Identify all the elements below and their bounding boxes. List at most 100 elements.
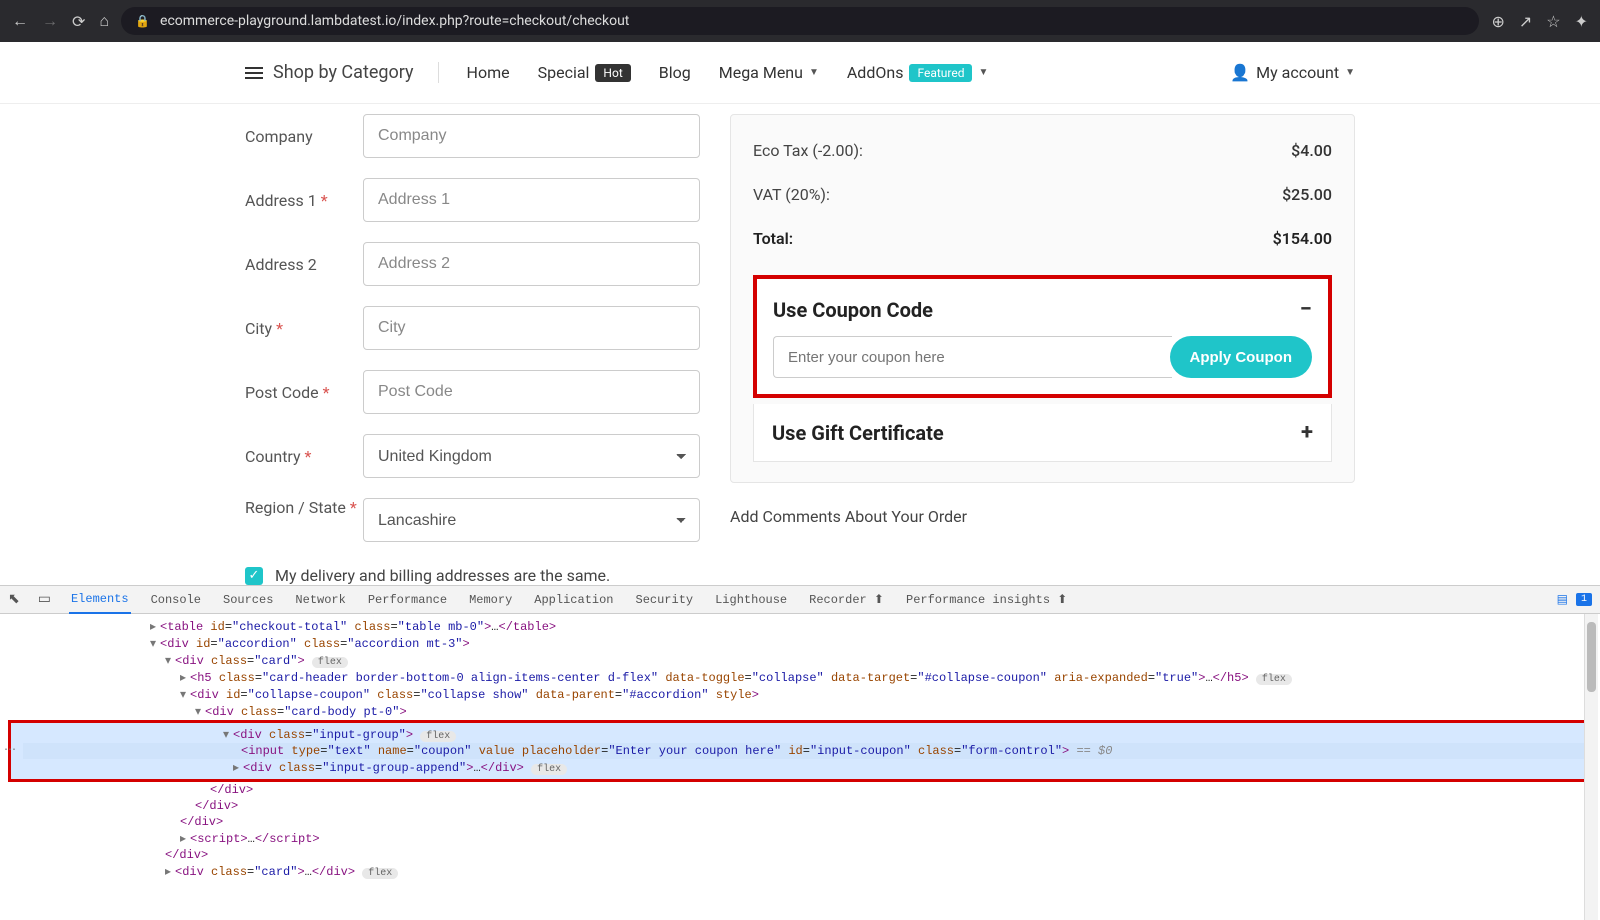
minus-icon: − [1300,297,1312,322]
tab-sources[interactable]: Sources [221,587,275,613]
devtools-panel: ⬉ ▭ Elements Console Sources Network Per… [0,585,1600,920]
home-icon[interactable]: ⌂ [99,11,109,31]
nav-addons-label: AddOns [847,63,904,82]
address1-field[interactable] [363,178,700,222]
dom-line[interactable]: ▾<div id="accordion" class="accordion mt… [0,635,1600,652]
nav-special-label: Special [538,63,590,82]
messages-icon[interactable]: ▤ [1557,592,1568,607]
tab-perf-insights[interactable]: Performance insights ⬆ [904,586,1069,613]
region-select[interactable]: Lancashire [363,498,700,542]
company-label: Company [245,127,363,146]
dom-line[interactable]: ▸<h5 class="card-header border-bottom-0 … [0,669,1600,686]
reload-icon[interactable]: ⟳ [72,12,85,31]
postcode-label: Post Code * [245,383,363,402]
gift-card: Use Gift Certificate + [753,404,1332,462]
company-field[interactable] [363,114,700,158]
device-icon[interactable]: ▭ [38,591,51,608]
scrollbar[interactable] [1584,614,1598,920]
hamburger-icon [245,67,263,79]
tab-application[interactable]: Application [532,587,615,613]
url-text: ecommerce-playground.lambdatest.io/index… [160,13,629,29]
dom-line[interactable]: ▸<div class="card">…</div> flex [0,863,1600,880]
nav-my-account[interactable]: 👤 My account ▼ [1230,63,1355,82]
billing-form: Company Address 1 * Address 2 City * Pos… [245,104,700,585]
coupon-card: Use Coupon Code − Apply Coupon [753,275,1332,398]
lock-icon: 🔒 [135,14,150,28]
country-select[interactable]: United Kingdom [363,434,700,478]
nav-account-label: My account [1256,63,1339,82]
nav-home-label: Home [467,63,510,82]
elements-tree[interactable]: ⋯ ▸<table id="checkout-total" class="tab… [0,614,1600,920]
same-address-label: My delivery and billing addresses are th… [275,566,610,585]
gift-toggle[interactable]: Use Gift Certificate + [772,414,1313,451]
dom-line[interactable]: </div> [0,847,1600,863]
hot-badge: Hot [595,64,630,82]
checkbox-checked-icon[interactable]: ✓ [245,567,263,585]
shop-by-category-label: Shop by Category [273,62,414,83]
dom-line[interactable]: ▾<div id="collapse-coupon" class="collap… [0,686,1600,703]
dom-line[interactable]: ▾<div class="card-body pt-0"> [0,703,1600,720]
tab-performance[interactable]: Performance [366,587,449,613]
nav-addons[interactable]: AddOns Featured ▼ [847,63,989,82]
eco-tax-label: Eco Tax (-2.00): [753,141,863,160]
forward-icon[interactable]: → [42,11,58,31]
city-label: City * [245,319,363,338]
address2-field[interactable] [363,242,700,286]
tab-network[interactable]: Network [293,587,347,613]
tab-lighthouse[interactable]: Lighthouse [713,587,789,613]
ellipsis-icon[interactable]: ⋯ [4,742,16,757]
tab-security[interactable]: Security [634,587,696,613]
address1-label: Address 1 * [245,191,363,210]
dom-line[interactable]: ▸<table id="checkout-total" class="table… [0,618,1600,635]
coupon-toggle[interactable]: Use Coupon Code − [773,289,1312,330]
selected-dom-line[interactable]: ▾<div class="input-group"> flex <input t… [8,720,1592,782]
share-icon[interactable]: ↗ [1519,12,1532,31]
nav-mega-label: Mega Menu [719,63,803,82]
apply-coupon-button[interactable]: Apply Coupon [1170,336,1312,378]
tab-recorder[interactable]: Recorder ⬆ [807,586,886,613]
same-address-row[interactable]: ✓ My delivery and billing addresses are … [245,566,700,585]
eco-tax-value: $4.00 [1291,141,1332,160]
dom-line[interactable]: ▾<div class="card"> flex [0,652,1600,669]
nav-blog-label: Blog [659,63,691,82]
nav-home[interactable]: Home [467,63,510,82]
dom-line[interactable]: </div> [0,798,1600,814]
dom-line[interactable]: ▸<script>…</script> [0,830,1600,847]
address2-label: Address 2 [245,255,363,274]
inspect-icon[interactable]: ⬉ [8,591,20,608]
chevron-down-icon: ▼ [809,67,819,78]
nav-blog[interactable]: Blog [659,63,691,82]
chevron-down-icon: ▼ [978,67,988,78]
coupon-input[interactable] [773,336,1172,378]
coupon-title: Use Coupon Code [773,298,933,322]
top-nav: Shop by Category Home Special Hot Blog M… [0,42,1600,104]
dom-line[interactable]: </div> [0,782,1600,798]
comments-label: Add Comments About Your Order [730,507,1355,526]
star-icon[interactable]: ☆ [1546,12,1560,31]
dom-line[interactable]: </div> [0,814,1600,830]
nav-special[interactable]: Special Hot [538,63,631,82]
nav-mega-menu[interactable]: Mega Menu ▼ [719,63,819,82]
country-label: Country * [245,447,363,466]
vat-value: $25.00 [1282,185,1332,204]
gift-title: Use Gift Certificate [772,421,944,445]
zoom-icon[interactable]: ⊕ [1491,12,1504,31]
message-count-badge: 1 [1576,593,1592,606]
plus-icon: + [1301,420,1313,445]
tab-memory[interactable]: Memory [467,587,514,613]
shop-by-category[interactable]: Shop by Category [245,62,439,83]
tab-console[interactable]: Console [149,587,203,613]
postcode-field[interactable] [363,370,700,414]
back-icon[interactable]: ← [12,11,28,31]
total-label: Total: [753,229,793,248]
browser-chrome: ← → ⟳ ⌂ 🔒 ecommerce-playground.lambdates… [0,0,1600,42]
user-icon: 👤 [1230,63,1250,82]
vat-label: VAT (20%): [753,185,830,204]
order-summary: Eco Tax (-2.00): $4.00 VAT (20%): $25.00… [730,114,1355,483]
address-bar[interactable]: 🔒 ecommerce-playground.lambdatest.io/ind… [121,7,1479,35]
total-value: $154.00 [1273,229,1332,248]
city-field[interactable] [363,306,700,350]
extensions-icon[interactable]: ✦ [1575,12,1588,31]
tab-elements[interactable]: Elements [69,586,131,614]
region-label: Region / State * [245,498,363,519]
